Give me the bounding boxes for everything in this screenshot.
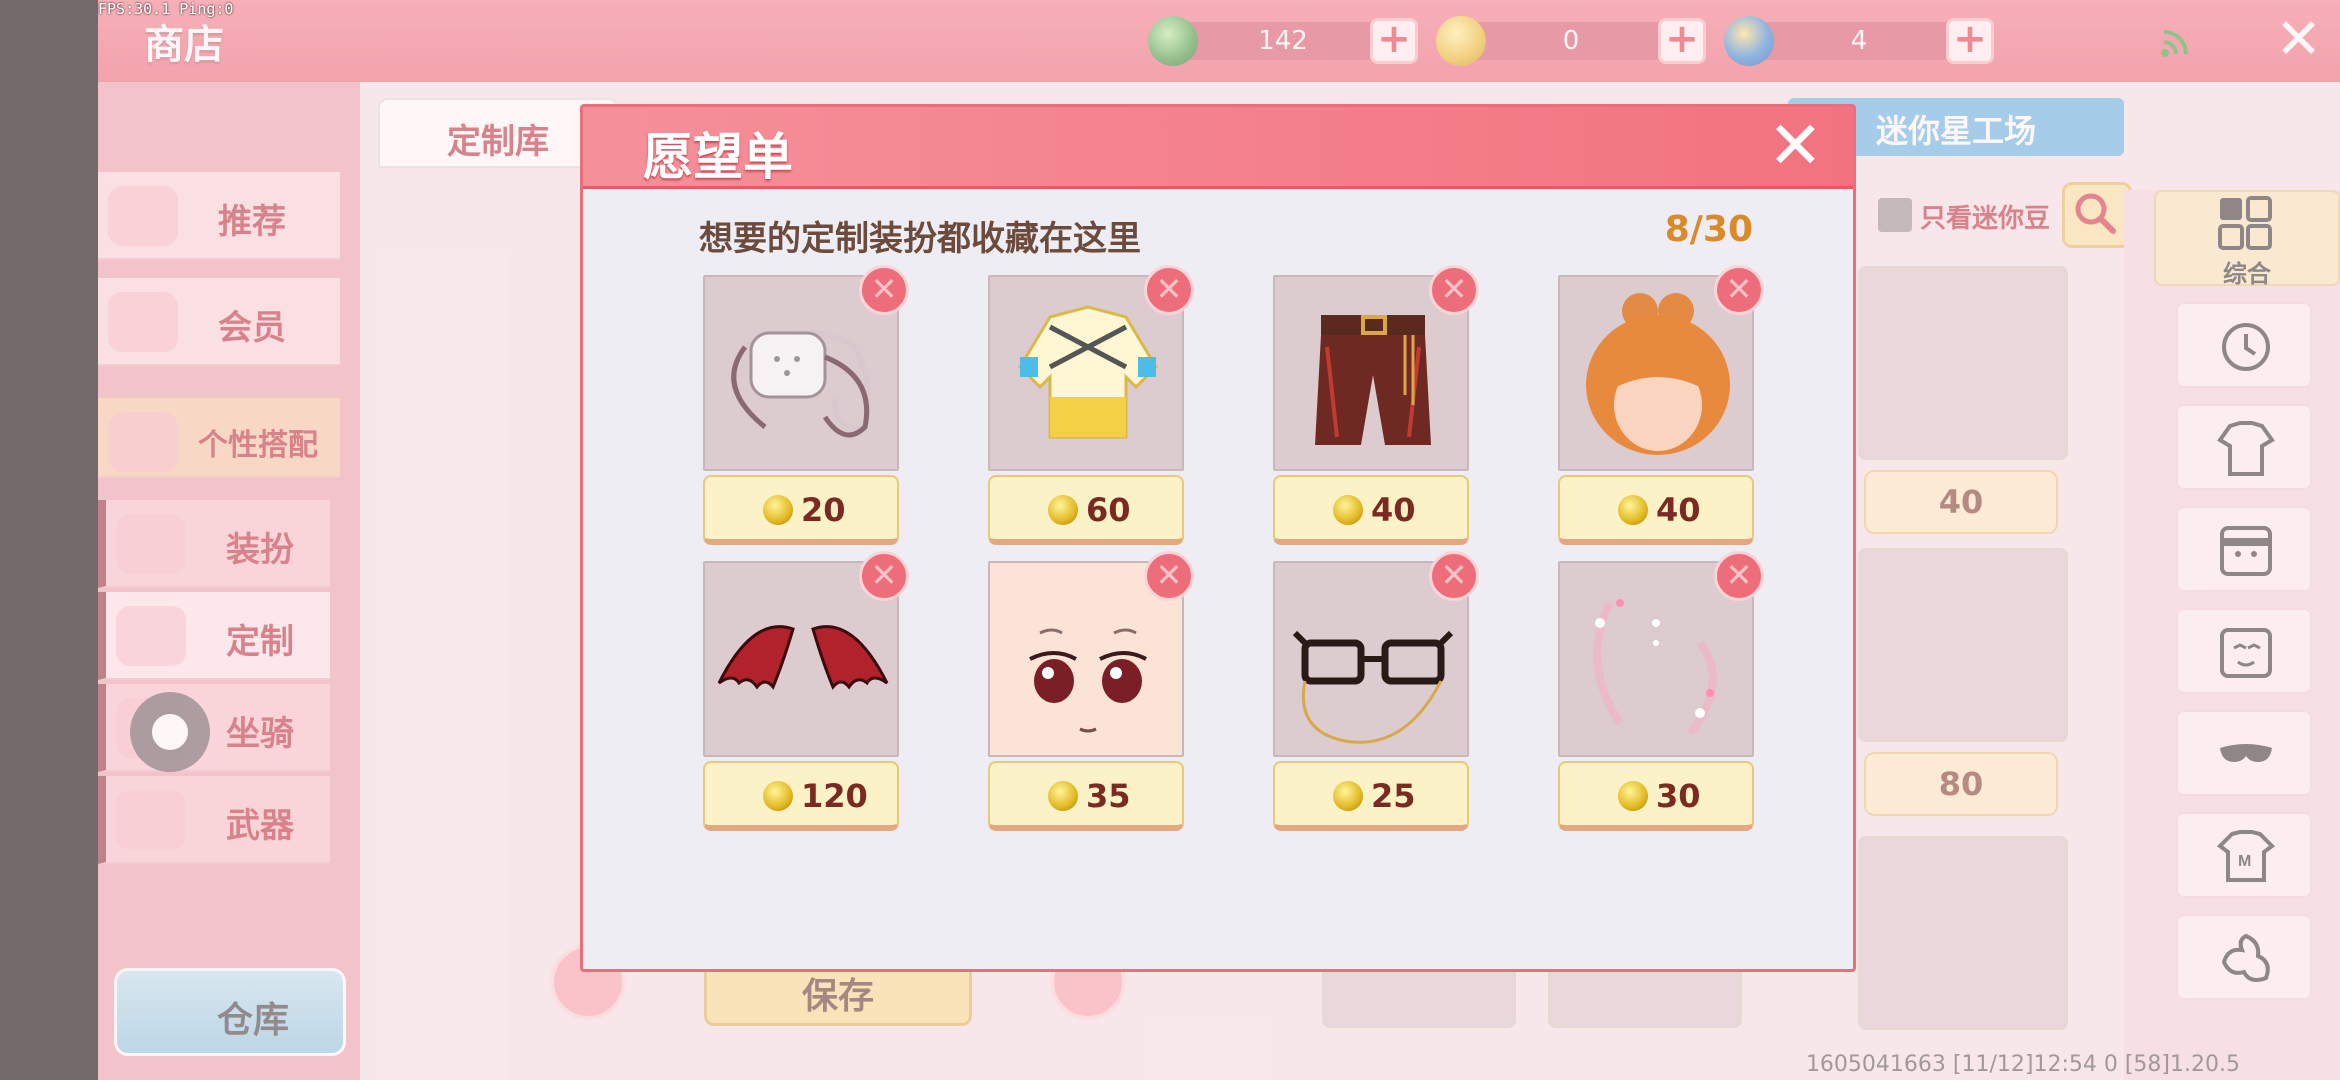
wishlist-item[interactable]: ✕ 25 [1273, 551, 1479, 843]
price-tag[interactable]: 25 [1273, 761, 1469, 831]
price-tag[interactable]: 60 [988, 475, 1184, 545]
gold-coin-icon [1618, 781, 1648, 811]
remove-item-button[interactable]: ✕ [1429, 265, 1479, 315]
remove-item-button[interactable]: ✕ [1429, 551, 1479, 601]
remove-item-button[interactable]: ✕ [859, 265, 909, 315]
gold-coin-icon [763, 781, 793, 811]
price-tag[interactable]: 40 [1558, 475, 1754, 545]
dialog-header: 愿望单 ✕ [583, 107, 1853, 189]
wishlist-item[interactable]: ✕ 40 [1558, 265, 1764, 557]
wishlist-item[interactable]: ✕ 20 [703, 265, 909, 557]
wishlist-item[interactable]: ✕ 60 [988, 265, 1194, 557]
wishlist-item[interactable]: ✕ 120 [703, 551, 909, 843]
price-tag[interactable]: 30 [1558, 761, 1754, 831]
remove-item-button[interactable]: ✕ [859, 551, 909, 601]
gold-coin-icon [1618, 495, 1648, 525]
remove-item-button[interactable]: ✕ [1144, 265, 1194, 315]
remove-item-button[interactable]: ✕ [1714, 265, 1764, 315]
fps-ping-readout: FPS:30.1 Ping:0 [98, 0, 234, 18]
close-dialog-button[interactable]: ✕ [1768, 111, 1823, 181]
price-tag[interactable]: 35 [988, 761, 1184, 831]
remove-item-button[interactable]: ✕ [1714, 551, 1764, 601]
price-tag[interactable]: 20 [703, 475, 899, 545]
gold-coin-icon [1333, 495, 1363, 525]
price-tag[interactable]: 40 [1273, 475, 1469, 545]
gold-coin-icon [1048, 495, 1078, 525]
price-tag[interactable]: 120 [703, 761, 899, 831]
wishlist-item[interactable]: ✕ 35 [988, 551, 1194, 843]
remove-item-button[interactable]: ✕ [1144, 551, 1194, 601]
gold-coin-icon [1333, 781, 1363, 811]
dialog-title: 愿望单 [643, 128, 793, 186]
gold-coin-icon [1048, 781, 1078, 811]
dialog-subtitle: 想要的定制装扮都收藏在这里 [699, 219, 1141, 259]
wishlist-dialog: 愿望单 ✕ 想要的定制装扮都收藏在这里 8/30 ✕ 20 ✕ 60 ✕ 40 … [580, 104, 1856, 972]
wishlist-item[interactable]: ✕ 40 [1273, 265, 1479, 557]
gold-coin-icon [763, 495, 793, 525]
wishlist-count: 8/30 [1664, 209, 1753, 250]
wishlist-item[interactable]: ✕ 30 [1558, 551, 1764, 843]
